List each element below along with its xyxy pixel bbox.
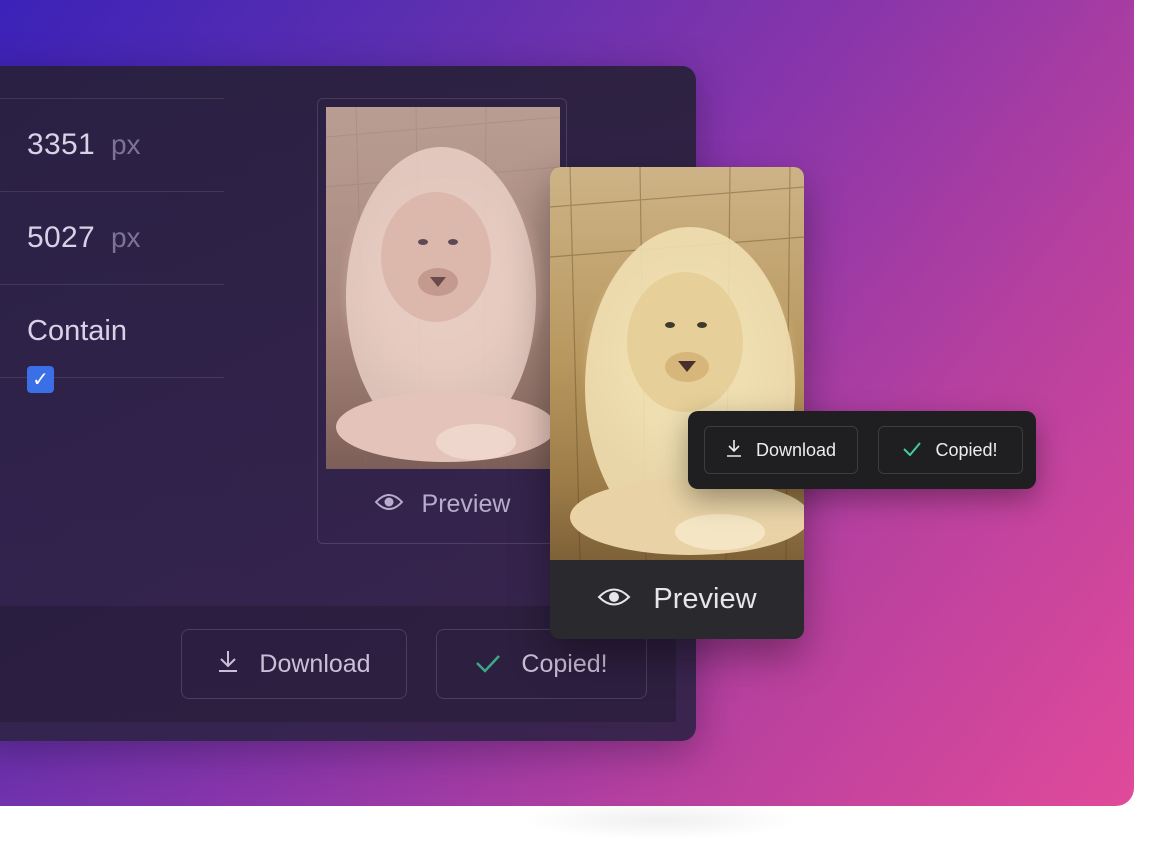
fit-value[interactable]: Contain <box>27 315 127 348</box>
preview-label: Preview <box>421 489 511 518</box>
preview-button[interactable]: Preview <box>550 560 804 639</box>
download-button[interactable]: Download <box>704 426 858 474</box>
check-icon <box>475 649 501 680</box>
copied-button[interactable]: Copied! <box>436 629 647 699</box>
lion-illustration <box>326 107 560 469</box>
fit-select[interactable]: Contain <box>0 285 224 377</box>
preview-button-background[interactable]: Preview <box>318 479 566 529</box>
floor-shadow <box>520 800 800 840</box>
checkbox-row: ✓ <box>0 366 224 488</box>
settings-rows: 3351 px 5027 px Contain ✓ <box>0 98 224 488</box>
height-field[interactable]: 5027 px <box>0 192 224 284</box>
preview-label: Preview <box>653 583 757 615</box>
eye-icon <box>597 583 631 616</box>
width-field[interactable]: 3351 px <box>0 99 224 191</box>
preview-card-background[interactable]: Preview <box>317 98 567 544</box>
width-unit: px <box>110 129 141 160</box>
download-icon <box>726 439 742 462</box>
copied-label: Copied! <box>521 649 608 678</box>
width-value[interactable]: 3351 <box>27 128 95 162</box>
background-stage: 3351 px 5027 px Contain ✓ Preview Downlo… <box>0 0 1134 806</box>
check-icon <box>903 440 922 461</box>
height-unit: px <box>110 222 141 253</box>
eye-icon <box>374 490 404 519</box>
copied-label: Copied! <box>935 439 998 460</box>
download-label: Download <box>259 649 371 678</box>
lion-illustration <box>550 167 804 560</box>
checkbox-checked-icon[interactable]: ✓ <box>27 366 54 393</box>
copied-button[interactable]: Copied! <box>878 426 1023 474</box>
download-icon <box>217 649 239 680</box>
action-toolbar: Download Copied! <box>688 411 1036 489</box>
download-button[interactable]: Download <box>181 629 407 699</box>
lion-photo <box>326 107 560 469</box>
height-value[interactable]: 5027 <box>27 221 95 255</box>
preview-card[interactable]: Preview <box>550 167 804 639</box>
download-label: Download <box>755 439 837 460</box>
lion-photo <box>550 167 804 560</box>
